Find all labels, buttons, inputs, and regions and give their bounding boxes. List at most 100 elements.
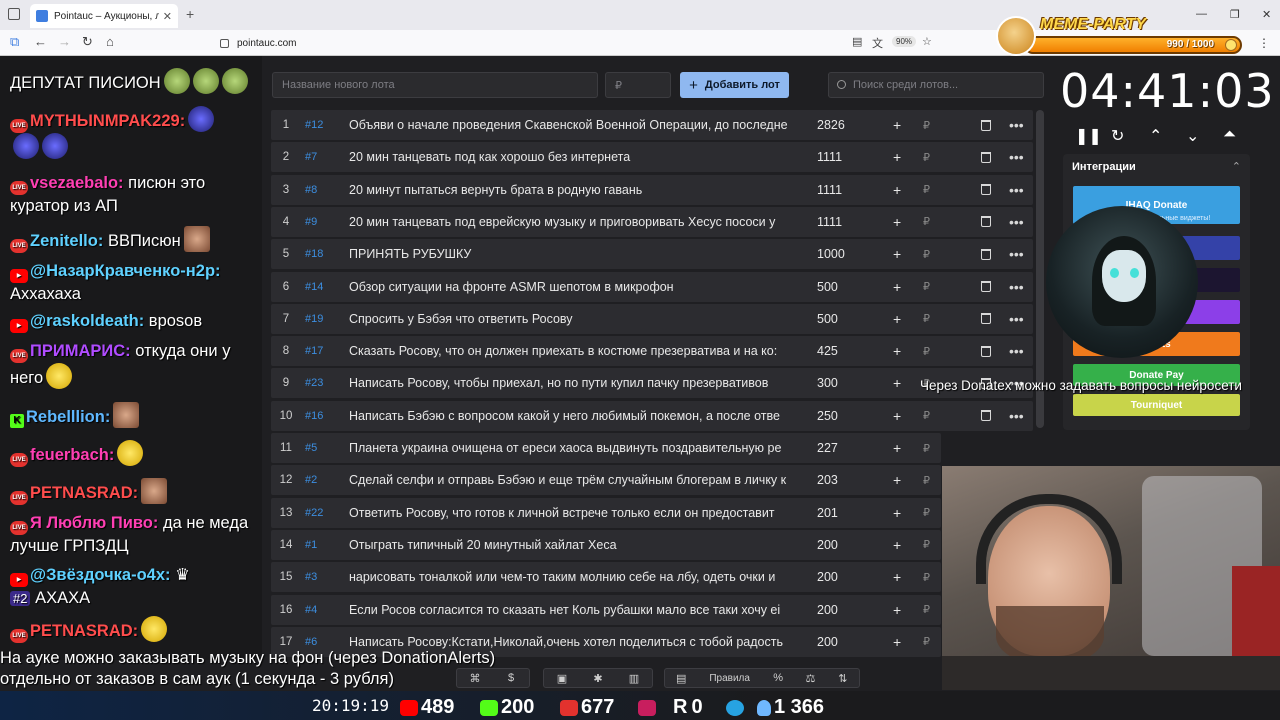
lot-row[interactable]: 5 #18 ПРИНЯТЬ РУБУШКУ 1000 + ₽ ••• [271, 239, 1033, 270]
add-amount-icon[interactable]: + [893, 117, 901, 133]
ruble-icon[interactable]: ₽ [923, 151, 930, 164]
add-lot-button[interactable]: + Добавить лот [680, 72, 789, 98]
delete-icon[interactable] [981, 184, 991, 196]
add-amount-icon[interactable]: + [893, 634, 901, 650]
add-amount-icon[interactable]: + [893, 311, 901, 327]
reader-view-icon[interactable]: ▤ [852, 35, 862, 48]
add-amount-icon[interactable]: + [893, 472, 901, 488]
add-amount-icon[interactable]: + [893, 214, 901, 230]
ruble-icon[interactable]: ₽ [923, 409, 930, 422]
balance-icon[interactable]: ⚖ [794, 672, 826, 685]
lot-amount[interactable]: 200 [789, 570, 849, 584]
lot-row[interactable]: 16 #4 Если Росов согласится то сказать нет… [271, 594, 941, 625]
lot-amount[interactable]: 2826 [789, 118, 849, 132]
reset-icon[interactable]: ↻ [1111, 126, 1124, 146]
ruble-icon[interactable]: ₽ [923, 442, 930, 455]
delete-icon[interactable] [981, 281, 991, 292]
more-options-icon[interactable]: ••• [1009, 149, 1024, 165]
chevron-down-icon[interactable]: ⌄ [1186, 126, 1199, 146]
collapse-chevron-icon[interactable]: ⌃ [1232, 160, 1241, 173]
bug-icon[interactable]: ✱ [580, 672, 616, 685]
lot-name[interactable]: ПРИНЯТЬ РУБУШКУ [349, 247, 789, 261]
lot-row[interactable]: 12 #2 Сделай селфи и отправь Бэбэю и еще т… [271, 465, 941, 496]
delete-icon[interactable] [981, 313, 991, 325]
lot-name[interactable]: Объяви о начале проведения Скавенской Во… [349, 118, 789, 132]
lot-row[interactable]: 7 #19 Спросить у Бэбэя что ответить Росову… [271, 303, 1033, 334]
add-amount-icon[interactable]: + [893, 279, 901, 295]
ruble-icon[interactable]: ₽ [923, 603, 930, 616]
lot-name[interactable]: Ответить Росову, что готов к личной встр… [349, 506, 789, 520]
url-bar[interactable]: pointauc.com [200, 33, 940, 53]
ruble-icon[interactable]: ₽ [923, 538, 930, 551]
lot-amount[interactable]: 425 [789, 344, 849, 358]
new-lot-price-input[interactable]: ₽ [605, 72, 671, 98]
add-amount-icon[interactable]: + [893, 375, 901, 391]
delete-icon[interactable] [981, 151, 991, 163]
add-amount-icon[interactable]: + [893, 440, 901, 456]
lot-row[interactable]: 11 #5 Планета украина очищена от ереси хао… [271, 433, 941, 463]
integration-button[interactable]: Tourniquet [1073, 394, 1240, 416]
translate-icon[interactable]: 文 [872, 35, 883, 51]
add-amount-icon[interactable]: + [893, 537, 901, 553]
lot-row[interactable]: 10 #16 Написать Бэбэю с вопросом какой у н… [271, 400, 1033, 431]
lot-amount[interactable]: 227 [789, 441, 849, 455]
delete-icon[interactable] [981, 119, 991, 131]
donate-dollar-icon[interactable]: $ [493, 672, 529, 684]
lot-amount[interactable]: 1111 [789, 215, 849, 229]
back-icon[interactable]: ← [34, 35, 47, 49]
lot-row[interactable]: 1 #12 Объяви о начале проведения Скавенско… [271, 110, 1033, 140]
percent-icon[interactable]: % [762, 672, 794, 684]
more-options-icon[interactable]: ••• [1009, 343, 1024, 359]
lot-row[interactable]: 14 #1 Отыграть типичный 20 минутный хайлат… [271, 529, 941, 560]
lot-amount[interactable]: 200 [789, 635, 849, 649]
ruble-icon[interactable]: ₽ [923, 215, 930, 228]
new-tab-icon[interactable]: + [186, 6, 194, 22]
browser-tab[interactable]: Pointauc – Аукционы, лотере ✕ [30, 4, 178, 28]
lot-name[interactable]: нарисовать тоналкой или чем-то таким мол… [349, 570, 789, 584]
lot-amount[interactable]: 1111 [789, 183, 849, 197]
lot-name[interactable]: Обзор ситуации на фронте ASMR шепотом в … [349, 280, 789, 294]
lot-name[interactable]: 20 мин танцевать под как хорошо без инте… [349, 150, 789, 164]
add-amount-icon[interactable]: + [893, 149, 901, 165]
zoom-level[interactable]: 90% [892, 36, 917, 47]
forward-icon[interactable]: → [58, 35, 71, 49]
ruble-icon[interactable]: ₽ [923, 280, 930, 293]
lot-amount[interactable]: 250 [789, 409, 849, 423]
lot-row[interactable]: 9 #23 Написать Росову, чтобы приехал, но п… [271, 368, 1033, 399]
lot-name[interactable]: 20 минут пытаться вернуть брата в родную… [349, 183, 789, 197]
ruble-icon[interactable]: ₽ [923, 248, 930, 261]
more-options-icon[interactable]: ••• [1009, 214, 1024, 230]
more-options-icon[interactable]: ••• [1009, 117, 1024, 133]
close-window-icon[interactable]: ✕ [1262, 8, 1271, 21]
sort-icon[interactable]: ⇅ [827, 672, 859, 685]
history-icon[interactable]: ▥ [616, 672, 652, 685]
lot-name[interactable]: Сделай селфи и отправь Бэбэю и еще трём … [349, 473, 789, 487]
ruble-icon[interactable]: ₽ [923, 474, 930, 487]
delete-icon[interactable] [981, 248, 991, 260]
lot-amount[interactable]: 201 [789, 506, 849, 520]
lot-row[interactable]: 3 #8 20 минут пытаться вернуть брата в род… [271, 174, 1033, 205]
sidebar-toggle-icon[interactable] [8, 8, 20, 20]
browser-menu-icon[interactable]: ⋮ [1258, 36, 1270, 50]
rules-button[interactable]: Правила [697, 673, 762, 684]
ruble-icon[interactable]: ₽ [923, 119, 930, 132]
lot-row[interactable]: 13 #22 Ответить Росову, что готов к личной… [271, 497, 941, 528]
lot-name[interactable]: Планета украина очищена от ереси хаоса в… [349, 441, 789, 455]
lot-amount[interactable]: 1111 [789, 150, 849, 164]
lot-amount[interactable]: 500 [789, 280, 849, 294]
reload-icon[interactable]: ↻ [82, 35, 93, 49]
delete-icon[interactable] [981, 216, 991, 228]
new-lot-name-input[interactable]: Название нового лота [272, 72, 598, 98]
list-icon[interactable]: ▤ [665, 672, 697, 685]
ruble-icon[interactable]: ₽ [923, 506, 930, 519]
double-chevron-up-icon[interactable]: ⏶ [1223, 126, 1236, 144]
delete-icon[interactable] [981, 410, 991, 422]
add-amount-icon[interactable]: + [893, 602, 901, 618]
chevron-up-icon[interactable]: ⌃ [1149, 126, 1162, 146]
ruble-icon[interactable]: ₽ [923, 183, 930, 196]
lot-amount[interactable]: 300 [789, 376, 849, 390]
ruble-icon[interactable]: ₽ [923, 345, 930, 358]
lot-name[interactable]: Написать Росову:Кстати,Николай,очень хот… [349, 635, 789, 649]
ruble-icon[interactable]: ₽ [923, 312, 930, 325]
more-options-icon[interactable]: ••• [1009, 408, 1024, 424]
